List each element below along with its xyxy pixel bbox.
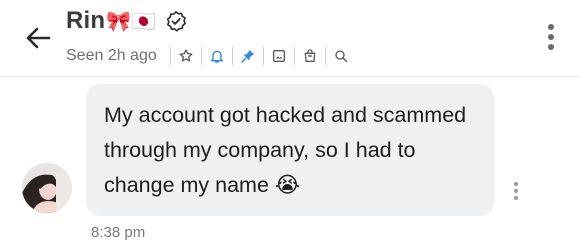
contact-name: Rin <box>66 7 106 34</box>
last-seen-status: Seen 2h ago <box>66 47 157 64</box>
status-toolbar: Seen 2h ago <box>66 44 351 68</box>
divider <box>262 47 264 65</box>
message-text: My account got hacked and scammed throug… <box>104 103 467 197</box>
message-bubble[interactable]: My account got hacked and scammed throug… <box>86 84 494 216</box>
verified-badge-icon <box>167 11 187 32</box>
more-vertical-icon[interactable] <box>546 22 556 52</box>
divider <box>324 47 326 65</box>
divider <box>231 47 233 65</box>
search-icon[interactable] <box>331 46 351 66</box>
image-icon[interactable] <box>269 46 289 66</box>
divider <box>293 47 295 65</box>
divider <box>200 47 202 65</box>
bag-icon[interactable] <box>300 46 320 66</box>
avatar[interactable] <box>22 163 72 213</box>
message-options-icon[interactable] <box>513 181 519 201</box>
star-icon[interactable] <box>176 46 196 66</box>
name-emojis: 🎀🇯🇵 <box>106 10 157 33</box>
contact-title[interactable]: Rin 🎀🇯🇵 <box>66 4 187 38</box>
pin-icon[interactable] <box>238 46 258 66</box>
back-arrow-icon[interactable] <box>22 22 54 54</box>
divider <box>169 47 171 65</box>
chat-header: Rin 🎀🇯🇵 Seen 2h ago <box>0 0 580 77</box>
bell-icon[interactable] <box>207 46 227 66</box>
message-timestamp: 8:38 pm <box>91 224 146 241</box>
chat-screen: Rin 🎀🇯🇵 Seen 2h ago My account got hacke… <box>0 0 580 248</box>
